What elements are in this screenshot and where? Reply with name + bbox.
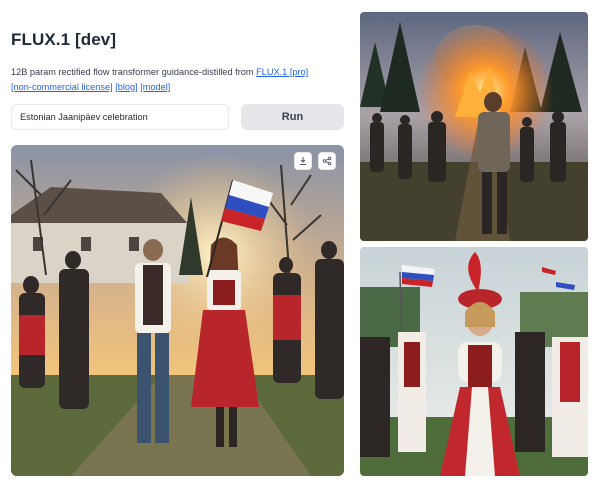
download-glyph: [300, 157, 306, 165]
description-text: 12B param rectified flow transformer gui…: [11, 67, 254, 77]
folk-costume-image[interactable]: [360, 247, 588, 476]
run-button[interactable]: Run: [241, 104, 344, 130]
model-link[interactable]: [model]: [140, 82, 170, 92]
download-icon[interactable]: [294, 152, 312, 170]
folk-costume-scene: [360, 247, 588, 476]
result-image: [11, 145, 344, 476]
share-icon[interactable]: [318, 152, 336, 170]
blog-link[interactable]: [blog]: [115, 82, 137, 92]
prompt-input[interactable]: [11, 104, 229, 130]
left-panel: FLUX.1 [dev] 12B param rectified flow tr…: [0, 0, 352, 484]
license-link[interactable]: [non-commercial license]: [11, 82, 113, 92]
description: 12B param rectified flow transformer gui…: [11, 65, 341, 95]
bonfire-image[interactable]: [360, 12, 588, 241]
bonfire-scene: [360, 12, 588, 241]
festival-scene: [11, 145, 344, 476]
flux-pro-link[interactable]: FLUX.1 [pro]: [256, 67, 308, 77]
page-title: FLUX.1 [dev]: [11, 30, 117, 49]
share-glyph: [322, 156, 332, 166]
